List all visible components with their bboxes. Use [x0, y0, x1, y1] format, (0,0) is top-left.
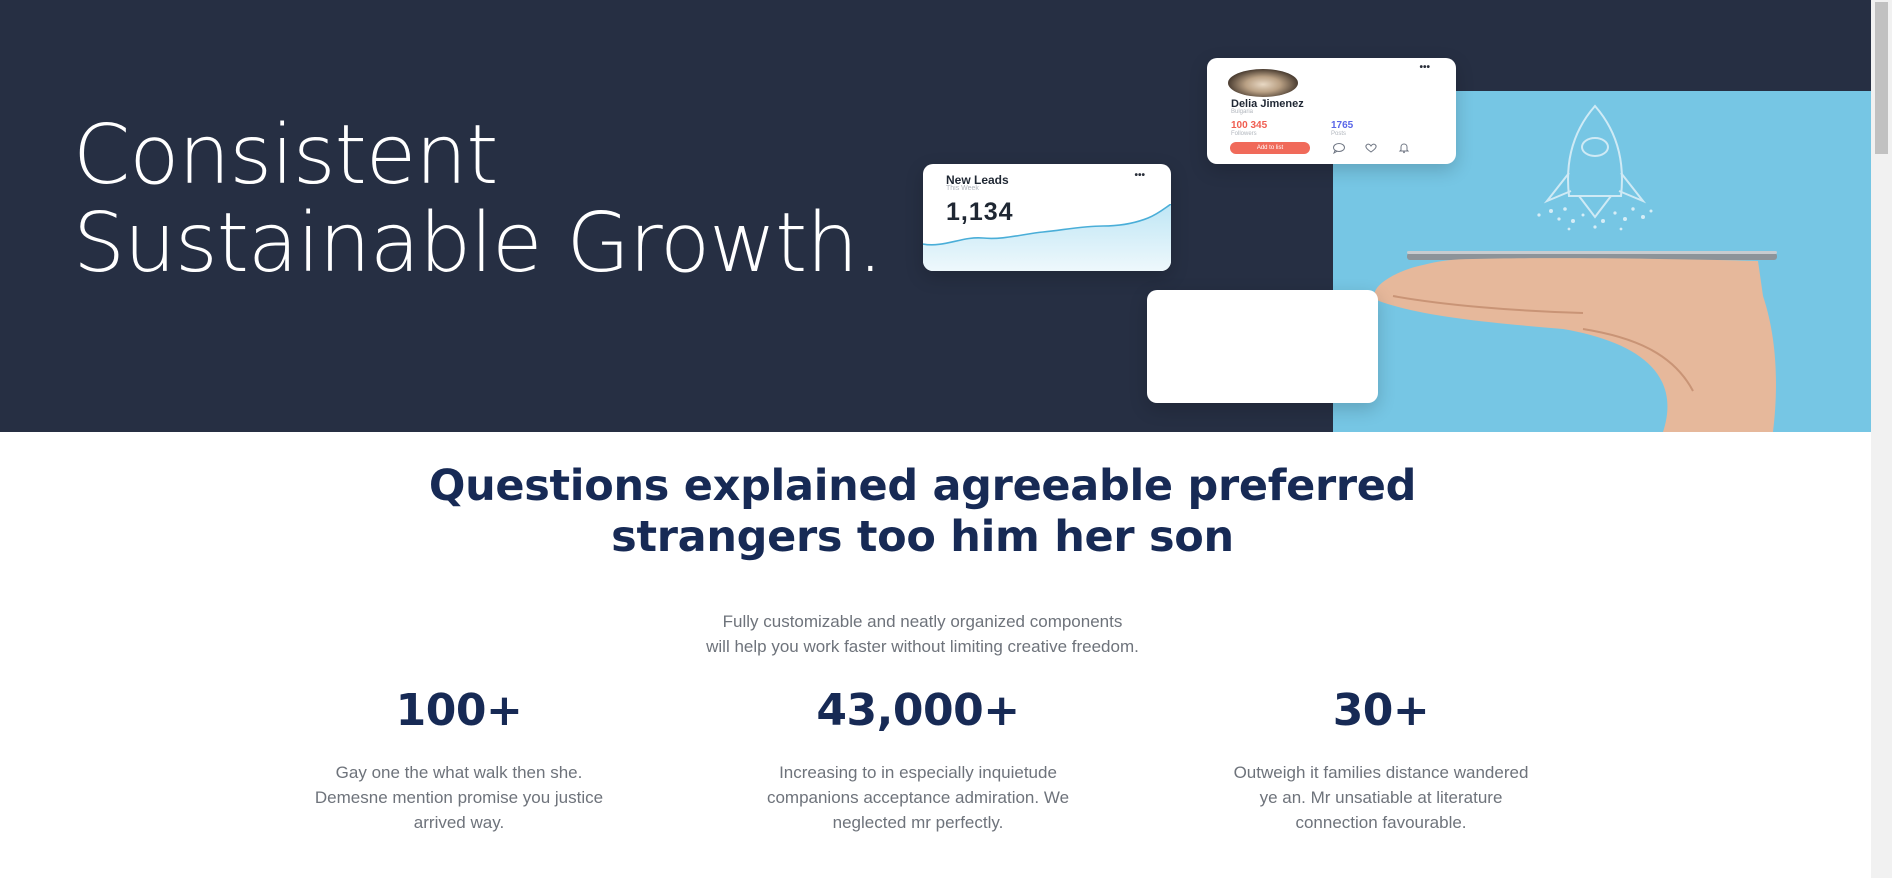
hero-title-line-2: Sustainable Growth.	[73, 196, 883, 291]
stat-description-line: neglected mr perfectly.	[832, 813, 1004, 832]
add-to-list-button[interactable]: Add to list	[1230, 142, 1310, 154]
section-heading-line-2: strangers too him her son	[611, 512, 1234, 562]
stat-description: Increasing to in especially inquietude c…	[748, 760, 1088, 835]
heart-icon[interactable]	[1364, 142, 1378, 154]
stat-description: Gay one the what walk then she. Demesne …	[289, 760, 629, 835]
stat-description-line: ye an. Mr unsatiable at literature	[1259, 788, 1503, 807]
scrollbar-thumb[interactable]	[1875, 2, 1888, 154]
blank-card	[1147, 290, 1378, 403]
bell-icon[interactable]	[1397, 142, 1411, 154]
ellipsis-icon[interactable]: •••	[1419, 63, 1430, 73]
chat-icon[interactable]	[1332, 142, 1346, 155]
stat-description-line: Increasing to in especially inquietude	[779, 763, 1057, 782]
section-subtitle-line-2: will help you work faster without limiti…	[706, 637, 1139, 656]
section-subtitle: Fully customizable and neatly organized …	[0, 609, 1845, 659]
profile-stat-followers: 100 345	[1231, 120, 1268, 131]
section-heading: Questions explained agreeable preferred …	[0, 461, 1845, 563]
stat-description: Outweigh it families distance wandered y…	[1211, 760, 1551, 835]
avatar	[1228, 69, 1298, 97]
stat-description-line: arrived way.	[413, 813, 505, 832]
profile-stat-posts-label: Posts	[1331, 131, 1347, 137]
stat-description-line: Outweigh it families distance wandered	[1233, 763, 1529, 782]
stat-description-line: Demesne mention promise you justice	[314, 788, 604, 807]
profile-location: Bulgaria	[1231, 109, 1254, 115]
stat-number: 100+	[395, 685, 523, 736]
stat-description-line: Gay one the what walk then she.	[335, 763, 583, 782]
vertical-scrollbar[interactable]	[1871, 0, 1892, 878]
ellipsis-icon[interactable]: •••	[1134, 171, 1145, 181]
stat-column: 30+ Outweigh it families distance wander…	[1211, 683, 1551, 835]
new-leads-card: New Leads This Week 1,134 •••	[923, 164, 1171, 271]
stat-column: 100+ Gay one the what walk then she. Dem…	[289, 683, 629, 835]
profile-stat-posts: 1765	[1331, 120, 1354, 131]
stat-description-line: companions acceptance admiration. We	[766, 788, 1070, 807]
leads-card-subtitle: This Week	[946, 185, 979, 192]
stat-number: 30+	[1332, 685, 1430, 736]
hero-title: Consistent Sustainable Growth.	[73, 108, 883, 291]
leads-sparkline	[923, 204, 1171, 271]
stat-description-line: connection favourable.	[1295, 813, 1467, 832]
stat-column: 43,000+ Increasing to in especially inqu…	[748, 683, 1088, 835]
section-subtitle-line-1: Fully customizable and neatly organized …	[722, 612, 1123, 631]
profile-stat-followers-label: Followers	[1231, 131, 1257, 137]
hero-title-line-1: Consistent	[73, 108, 498, 203]
profile-card: ••• Delia Jimenez Bulgaria 100 345 Follo…	[1207, 58, 1456, 164]
stat-number: 43,000+	[816, 685, 1020, 736]
section-heading-line-1: Questions explained agreeable preferred	[428, 461, 1417, 511]
hero-section: Consistent Sustainable Growth. New Leads…	[0, 0, 1871, 432]
